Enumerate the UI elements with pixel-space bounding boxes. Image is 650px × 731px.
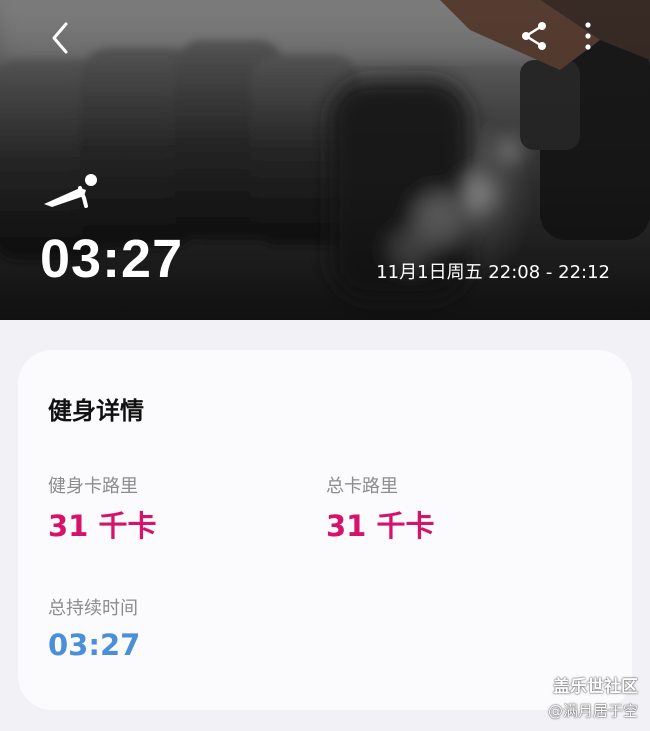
workout-datetime: 11月1日周五 22:08 - 22:12 bbox=[376, 262, 610, 283]
workout-type-icon bbox=[40, 170, 104, 210]
hero-header: 03:27 11月1日周五 22:08 - 22:12 bbox=[0, 0, 650, 320]
plank-workout-icon bbox=[44, 174, 97, 208]
total-duration-value: 03:27 bbox=[48, 628, 141, 662]
active-calories-value: 31 千卡 bbox=[48, 509, 157, 543]
fitness-details-card: 健身详情 健身卡路里 31 千卡 总卡路里 31 千卡 总持续时间 03:27 bbox=[18, 350, 632, 710]
total-calories-value: 31 千卡 bbox=[326, 509, 435, 543]
share-button[interactable] bbox=[518, 18, 550, 54]
more-vertical-icon bbox=[585, 22, 591, 50]
watermark-community: 盖乐世社区 bbox=[553, 677, 638, 697]
share-icon bbox=[522, 22, 546, 50]
total-duration-label: 总持续时间 bbox=[48, 598, 138, 619]
back-button[interactable] bbox=[44, 18, 80, 58]
card-title: 健身详情 bbox=[48, 397, 144, 425]
watermark-username: @满月居于空 bbox=[547, 702, 638, 720]
chevron-left-icon bbox=[52, 22, 68, 54]
hero-duration-text: 03:27 bbox=[40, 229, 184, 289]
active-calories-label: 健身卡路里 bbox=[48, 476, 138, 497]
more-options-button[interactable] bbox=[578, 18, 598, 54]
total-calories-label: 总卡路里 bbox=[326, 476, 398, 497]
